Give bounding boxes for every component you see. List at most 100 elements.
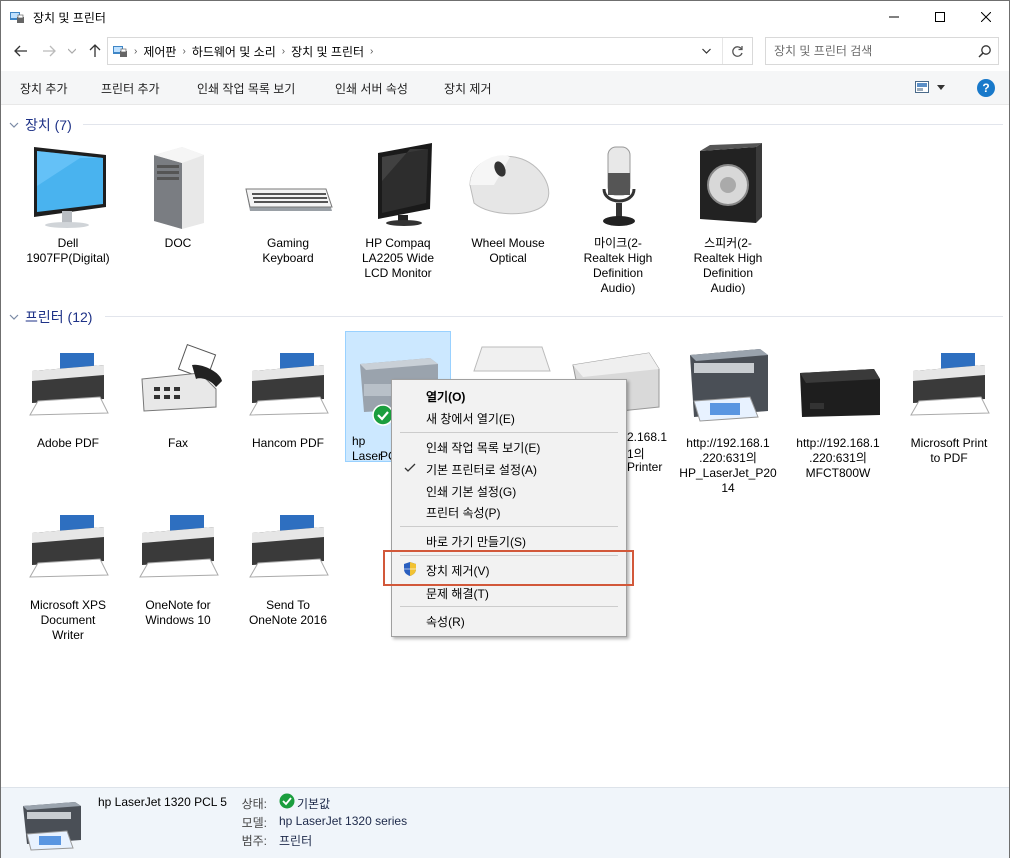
close-icon xyxy=(981,11,991,22)
printer-item[interactable]: http://192.168.1 .220:631의 HP_LaserJet_P… xyxy=(673,341,783,496)
details-category-key: 범주: xyxy=(241,834,267,848)
device-item[interactable]: Wheel Mouse Optical xyxy=(453,141,563,266)
search-box[interactable] xyxy=(765,37,999,65)
printer-label: Fax xyxy=(167,436,188,450)
refresh-button[interactable] xyxy=(722,38,752,64)
device-item[interactable]: Gaming Keyboard xyxy=(233,141,343,266)
menu-item-printer-properties[interactable]: 프린터 속성(P) xyxy=(426,504,501,521)
menu-separator xyxy=(400,606,618,607)
add-device-button[interactable]: 장치 추가 xyxy=(20,80,68,97)
printer-item[interactable]: Adobe PDF xyxy=(13,341,123,451)
remove-device-button[interactable]: 장치 제거 xyxy=(444,80,492,97)
arrow-up-icon xyxy=(89,44,101,57)
device-item[interactable]: Dell 1907FP(Digital) xyxy=(13,141,123,266)
menu-item-open-new-window[interactable]: 새 창에서 열기(E) xyxy=(426,410,515,427)
address-bar[interactable]: › 제어판 › 하드웨어 및 소리 › 장치 및 프린터 › xyxy=(107,37,753,65)
maximize-button[interactable] xyxy=(917,1,963,32)
devices-printers-icon xyxy=(10,12,24,23)
menu-item-properties[interactable]: 속성(R) xyxy=(426,613,465,630)
breadcrumb-control-panel[interactable]: 제어판 xyxy=(139,43,180,60)
chevron-down-icon xyxy=(68,48,76,54)
printer-icon xyxy=(139,515,219,578)
printer-item[interactable]: Fax xyxy=(123,341,233,451)
navigation-bar: › 제어판 › 하드웨어 및 소리 › 장치 및 프린터 › xyxy=(1,32,1009,70)
add-printer-button[interactable]: 프린터 추가 xyxy=(101,80,160,97)
change-view-button[interactable] xyxy=(915,81,945,93)
printers-group-header[interactable]: 프린터 (12) xyxy=(9,307,92,327)
menu-item-printing-preferences[interactable]: 인쇄 기본 설정(G) xyxy=(426,483,516,500)
device-item[interactable]: 마이크(2- Realtek High Definition Audio) xyxy=(563,141,673,296)
print-server-properties-button[interactable]: 인쇄 서버 속성 xyxy=(335,80,408,97)
details-model-key: 모델: xyxy=(241,816,267,830)
breadcrumb-separator-icon[interactable]: › xyxy=(132,46,139,57)
minimize-icon xyxy=(889,16,899,17)
printer-icon xyxy=(249,515,329,578)
breadcrumb-hardware-sound[interactable]: 하드웨어 및 소리 xyxy=(188,43,280,60)
device-label: 마이크(2- Realtek High Definition Audio) xyxy=(583,236,653,295)
menu-item-see-print-queue[interactable]: 인쇄 작업 목록 보기(E) xyxy=(426,439,540,456)
breadcrumb-devices-printers[interactable]: 장치 및 프린터 xyxy=(287,43,368,60)
printer-item[interactable]: http://192.168.1 .220:631의 MFCT800W xyxy=(783,341,893,481)
breadcrumb-separator-icon[interactable]: › xyxy=(280,46,287,57)
microphone-icon xyxy=(602,146,636,226)
chevron-down-icon xyxy=(937,84,945,90)
printer-icon xyxy=(29,515,109,578)
printer-item[interactable]: Hancom PDF xyxy=(233,341,343,451)
device-item[interactable]: DOC xyxy=(123,141,233,251)
help-button[interactable]: ? xyxy=(977,79,995,97)
printer-item[interactable] xyxy=(457,341,567,381)
details-status-value: 기본값 xyxy=(297,797,331,811)
laser-printer-icon xyxy=(23,802,81,851)
printer-item[interactable]: Microsoft XPS Document Writer xyxy=(13,503,123,643)
maximize-icon xyxy=(935,11,945,22)
up-button[interactable] xyxy=(85,41,105,61)
printer-icon xyxy=(29,353,109,416)
context-menu: 열기(O) 새 창에서 열기(E) 인쇄 작업 목록 보기(E) 기본 프린터로… xyxy=(391,379,627,637)
devices-and-printers-window: 장치 및 프린터 › 제어판 › 하드웨어 및 소리 › 장치 및 프린터 › … xyxy=(0,0,1010,858)
menu-item-open[interactable]: 열기(O) xyxy=(426,388,465,405)
printer-label: Microsoft XPS Document Writer xyxy=(29,598,107,642)
printer-item[interactable]: Microsoft Print to PDF xyxy=(894,341,1004,466)
device-item[interactable]: HP Compaq LA2205 Wide LCD Monitor xyxy=(343,141,453,281)
default-check-icon xyxy=(279,793,295,809)
printer-label: 2.168.1 xyxy=(627,430,668,444)
menu-item-troubleshoot[interactable]: 문제 해결(T) xyxy=(426,585,489,602)
title-bar: 장치 및 프린터 xyxy=(1,1,1009,32)
printers-group-title: 프린터 (12) xyxy=(25,309,93,325)
speaker-icon xyxy=(700,143,762,223)
printer-icon xyxy=(910,353,990,416)
menu-separator xyxy=(400,432,618,433)
chevron-down-icon xyxy=(9,122,19,128)
details-model-value: hp LaserJet 1320 series xyxy=(279,814,408,828)
forward-button[interactable] xyxy=(39,41,59,61)
search-input[interactable] xyxy=(774,42,964,60)
close-button[interactable] xyxy=(963,1,1009,32)
details-device-name: hp LaserJet 1320 PCL 5 xyxy=(98,795,227,809)
printer-label: Microsoft Print to PDF xyxy=(910,436,988,465)
back-button[interactable] xyxy=(11,41,31,61)
device-item[interactable]: 스피커(2- Realtek High Definition Audio) xyxy=(673,141,783,296)
mouse-icon xyxy=(469,155,550,215)
printer-label: Send To OneNote 2016 xyxy=(248,598,328,627)
menu-item-create-shortcut[interactable]: 바로 가기 만들기(S) xyxy=(426,533,526,550)
devices-group-header[interactable]: 장치 (7) xyxy=(9,115,72,135)
highlight-annotation xyxy=(383,550,634,586)
printer-label: OneNote for Windows 10 xyxy=(145,598,211,627)
keyboard-icon xyxy=(245,188,333,211)
search-icon[interactable] xyxy=(978,44,992,58)
mfc-printer-icon xyxy=(800,369,880,417)
recent-locations-button[interactable] xyxy=(65,41,79,61)
printer-item[interactable]: Send To OneNote 2016 xyxy=(233,503,343,628)
printer-item[interactable]: OneNote for Windows 10 xyxy=(123,503,233,628)
address-history-dropdown[interactable] xyxy=(696,38,716,64)
breadcrumb-separator-icon[interactable]: › xyxy=(180,46,187,57)
group-divider xyxy=(83,124,1003,125)
fax-icon xyxy=(141,344,222,412)
breadcrumb-separator-icon[interactable]: › xyxy=(368,46,375,57)
device-label: Dell 1907FP(Digital) xyxy=(26,236,110,265)
printer-icon xyxy=(473,346,551,372)
see-print-queue-button[interactable]: 인쇄 작업 목록 보기 xyxy=(197,80,295,97)
refresh-icon xyxy=(732,45,743,57)
minimize-button[interactable] xyxy=(871,1,917,32)
menu-item-set-default-printer[interactable]: 기본 프린터로 설정(A) xyxy=(426,461,537,478)
